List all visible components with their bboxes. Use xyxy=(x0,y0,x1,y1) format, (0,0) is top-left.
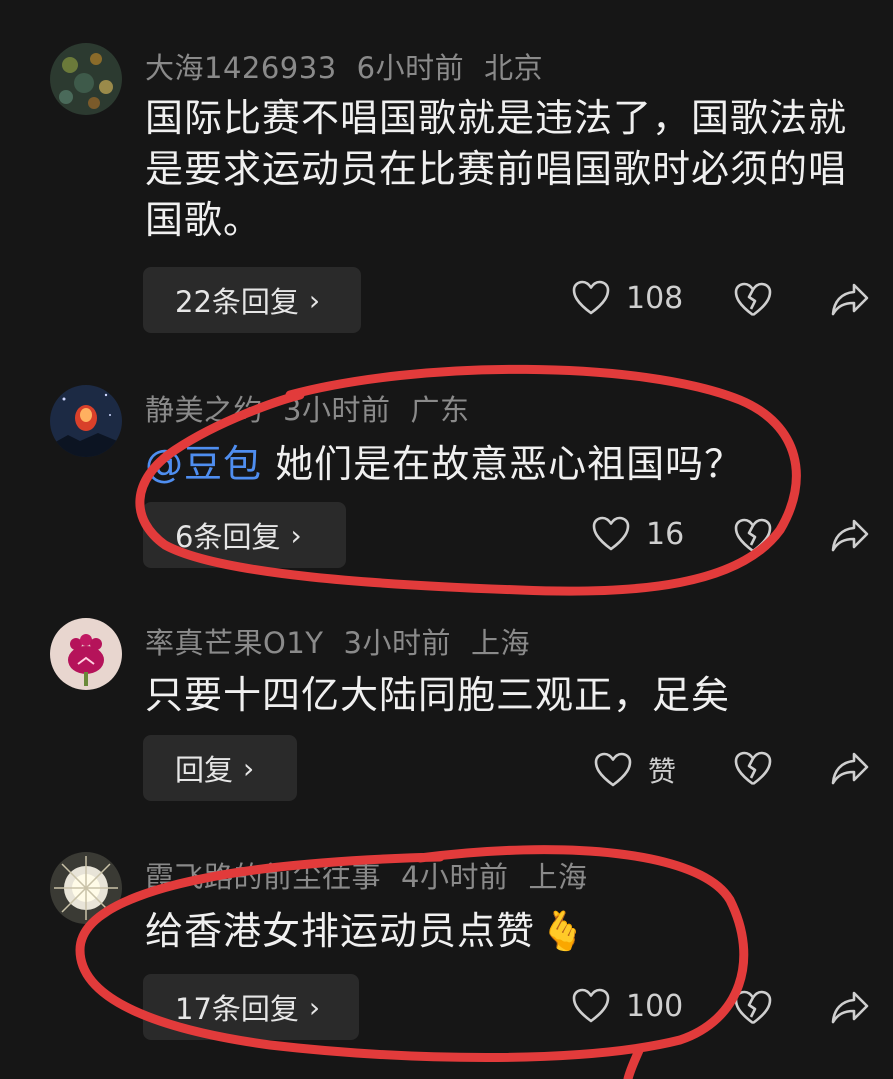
share-arrow-icon[interactable] xyxy=(830,282,870,318)
broken-heart-icon[interactable] xyxy=(734,282,772,318)
comment-meta: 大海1426933 6小时前 北京 xyxy=(145,45,563,87)
username[interactable]: 率真芒果O1Y xyxy=(145,626,324,660)
comment-body: 她们是在故意恶心祖国吗？ xyxy=(262,442,744,486)
like-button[interactable]: 108 xyxy=(572,280,683,316)
mention-link[interactable]: @豆包 xyxy=(145,442,262,486)
like-count: 100 xyxy=(626,988,684,1024)
location: 北京 xyxy=(484,51,544,85)
replies-label: 22条回复 xyxy=(175,285,299,319)
timestamp: 6小时前 xyxy=(356,51,465,85)
like-count: 16 xyxy=(646,516,685,552)
location: 上海 xyxy=(528,860,588,894)
comment-text: 给香港女排运动员点赞 🫰 xyxy=(145,906,865,957)
comment-text: @豆包 她们是在故意恶心祖国吗？ xyxy=(145,439,865,490)
finger-heart-emoji: 🫰 xyxy=(539,909,588,953)
comment-body: 给香港女排运动员点赞 xyxy=(145,909,536,953)
comment-meta: 率真芒果O1Y 3小时前 上海 xyxy=(145,620,550,662)
like-button[interactable]: 赞 xyxy=(594,750,676,790)
replies-label: 17条回复 xyxy=(175,992,299,1026)
like-label: 赞 xyxy=(648,755,677,788)
chevron-right-icon: › xyxy=(308,990,321,1024)
comment-text: 国际比赛不唱国歌就是违法了，国歌法就是要求运动员在比赛前唱国歌时必须的唱国歌。 xyxy=(145,96,848,242)
chevron-right-icon: › xyxy=(243,751,255,785)
reply-label: 回复 xyxy=(175,753,234,787)
timestamp: 3小时前 xyxy=(343,626,451,660)
broken-heart-icon[interactable] xyxy=(734,990,772,1026)
share-arrow-icon[interactable] xyxy=(830,751,870,787)
replies-button[interactable]: 17条回复 › xyxy=(143,974,359,1040)
username[interactable]: 霞飞路的前尘往事 xyxy=(145,860,381,894)
avatar[interactable] xyxy=(50,385,122,457)
replies-label: 6条回复 xyxy=(175,520,281,554)
avatar[interactable] xyxy=(50,43,122,115)
username[interactable]: 静美之约 xyxy=(145,393,263,427)
comment-text: 只要十四亿大陆同胞三观正，足矣 xyxy=(145,673,731,717)
broken-heart-icon[interactable] xyxy=(734,518,772,554)
avatar[interactable] xyxy=(50,618,122,690)
share-arrow-icon[interactable] xyxy=(830,990,870,1026)
heart-outline-icon xyxy=(594,752,632,787)
timestamp: 3小时前 xyxy=(283,393,391,427)
avatar[interactable] xyxy=(50,852,122,924)
like-count: 108 xyxy=(626,280,684,316)
location: 上海 xyxy=(470,626,530,660)
replies-button[interactable]: 22条回复 › xyxy=(143,267,361,333)
heart-outline-icon xyxy=(572,280,610,315)
location: 广东 xyxy=(410,393,470,427)
username[interactable]: 大海1426933 xyxy=(145,51,337,85)
replies-button[interactable]: 6条回复 › xyxy=(143,502,346,568)
heart-outline-icon xyxy=(572,988,610,1023)
chevron-right-icon: › xyxy=(308,283,321,317)
heart-outline-icon xyxy=(592,516,630,551)
timestamp: 4小时前 xyxy=(401,860,509,894)
share-arrow-icon[interactable] xyxy=(830,518,870,554)
like-button[interactable]: 100 xyxy=(572,988,683,1024)
comment-meta: 静美之约 3小时前 广东 xyxy=(145,387,489,429)
chevron-right-icon: › xyxy=(290,518,302,552)
reply-button[interactable]: 回复 › xyxy=(143,735,297,801)
like-button[interactable]: 16 xyxy=(592,516,684,552)
comment-meta: 霞飞路的前尘往事 4小时前 上海 xyxy=(145,854,607,896)
broken-heart-icon[interactable] xyxy=(734,751,772,787)
